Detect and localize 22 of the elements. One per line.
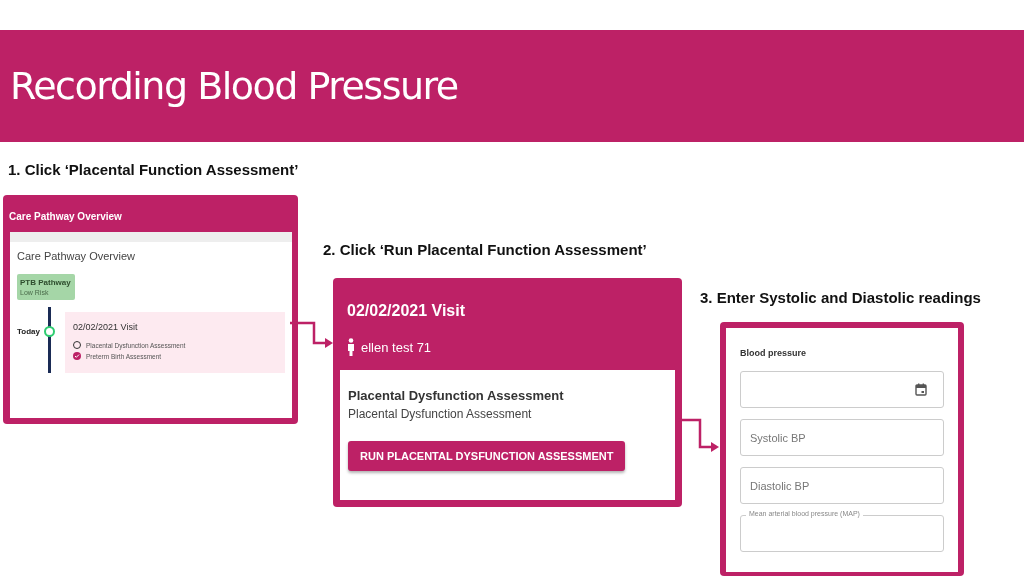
step-instruction: 1. Click ‘Placental Function Assessment’: [8, 161, 299, 178]
visit-title: 02/02/2021 Visit: [347, 302, 467, 320]
check-circle-icon[interactable]: [73, 352, 81, 360]
slide-title: Recording Blood Pressure: [10, 64, 458, 108]
date-field[interactable]: [740, 371, 944, 408]
pathway-name: PTB Pathway: [20, 278, 72, 287]
assessment-subtitle: Placental Dysfunction Assessment: [348, 407, 533, 421]
timeline-label: Today: [17, 327, 41, 336]
person-icon: [347, 338, 355, 356]
assessment-title: Placental Dysfunction Assessment: [348, 388, 565, 403]
visit-title: 02/02/2021 Visit: [73, 322, 139, 332]
run-assessment-button[interactable]: RUN PLACENTAL DYSFUNCTION ASSESSMENT: [348, 441, 626, 471]
section-heading: Care Pathway Overview: [17, 250, 136, 262]
timeline-dot: [44, 326, 55, 337]
input-field[interactable]: Systolic BP: [740, 419, 944, 456]
patient-name: ellen test 71: [361, 339, 432, 355]
step-instruction: 2. Click ‘Run Placental Function Assessment’: [323, 241, 647, 258]
step-instruction: 3. Enter Systolic and Diastolic readings: [700, 289, 981, 306]
calendar-icon[interactable]: [915, 383, 927, 396]
input-field[interactable]: Diastolic BP: [740, 467, 944, 504]
panel-header: Care Pathway Overview: [8, 210, 123, 224]
form-heading: Blood pressure: [740, 348, 807, 358]
